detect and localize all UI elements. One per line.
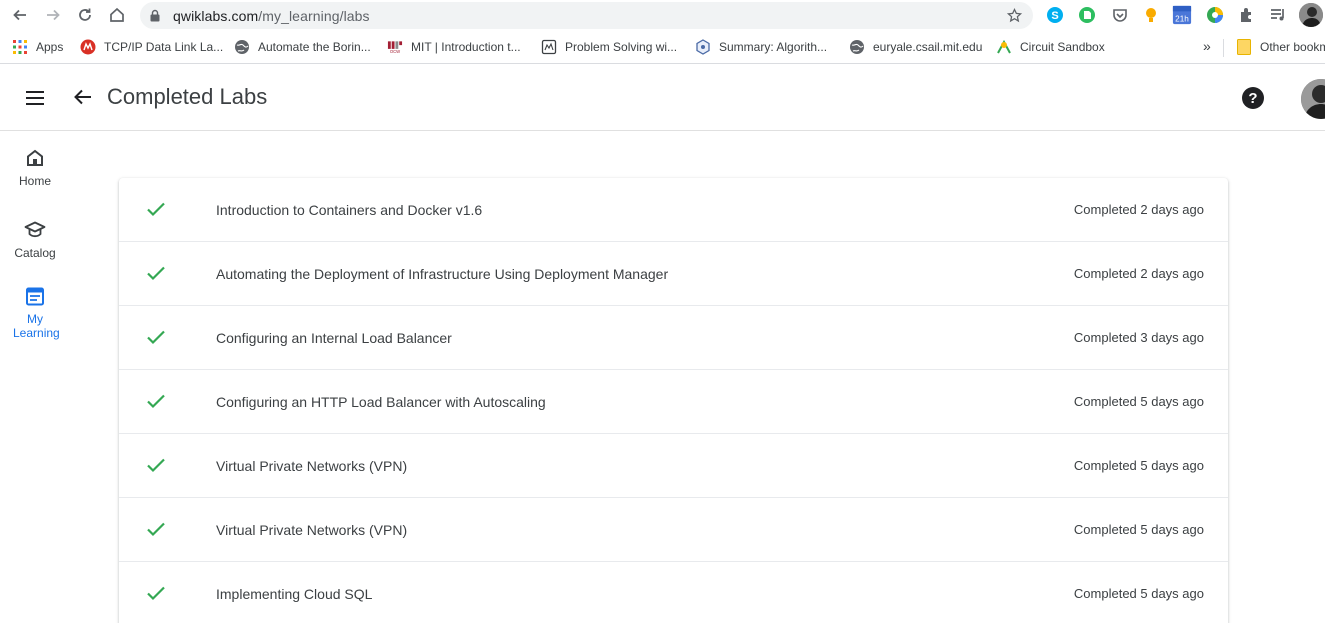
checkmark-icon [146,519,166,539]
pocket-icon[interactable] [1110,5,1130,25]
user-avatar[interactable] [1301,79,1325,119]
mit-ocw-icon: OCW [387,39,403,55]
bookmark-problem-solving[interactable]: Problem Solving wi... [541,38,677,56]
help-icon[interactable]: ? [1242,87,1264,109]
checkmark-icon [146,583,166,603]
browser-forward-icon[interactable] [43,5,63,25]
nav-label: My Learning [13,312,60,340]
circuit-icon [996,39,1012,55]
svg-text:21h: 21h [1175,14,1189,23]
nav-catalog[interactable]: Catalog [0,219,70,260]
lab-status: Completed 3 days ago [1073,330,1204,345]
hamburger-menu-icon[interactable] [24,87,46,109]
checkmark-icon [146,263,166,283]
lab-title[interactable]: Implementing Cloud SQL [216,586,372,602]
lab-title[interactable]: Automating the Deployment of Infrastruct… [216,266,668,282]
overflow-chevron: » [1203,38,1211,54]
lab-row[interactable]: Virtual Private Networks (VPN) Completed… [119,434,1228,498]
home-browser-icon[interactable] [107,5,127,25]
url-text: qwiklabs.com/my_learning/labs [173,8,370,24]
lab-status: Completed 2 days ago [1073,202,1204,217]
bookmarks-divider [1223,39,1224,57]
other-bookmarks-label: Other bookmarks [1260,40,1325,54]
app-header: Completed Labs ? [0,65,1325,131]
svg-text:?: ? [1248,90,1257,107]
nav-label: Home [18,174,51,188]
bookmark-star-icon[interactable] [1006,7,1023,29]
svg-text:OCW: OCW [390,49,400,54]
lab-status: Completed 2 days ago [1073,266,1204,281]
lab-title[interactable]: Virtual Private Networks (VPN) [216,522,407,538]
lab-row[interactable]: Automating the Deployment of Infrastruct… [119,242,1228,306]
home-icon [24,147,46,169]
browser-toolbar: qwiklabs.com/my_learning/labs S 21h [0,0,1325,31]
folder-icon [1236,39,1252,55]
lightbulb-icon[interactable] [1141,5,1161,25]
checkmark-icon [146,391,166,411]
bookmarks-bar: Apps TCP/IP Data Link La... Automate the… [0,31,1325,64]
bookmark-label: Problem Solving wi... [565,40,678,54]
globe-icon [234,39,250,55]
apps-grid-icon [12,39,28,55]
checkmark-icon [146,327,166,347]
graduation-cap-icon [24,219,46,241]
book-icon [541,39,557,55]
svg-text:S: S [1051,10,1058,22]
lab-status: Completed 5 days ago [1073,394,1204,409]
lab-row[interactable]: Virtual Private Networks (VPN) Completed… [119,498,1228,562]
calendar-learning-icon [24,285,46,307]
globe-icon [849,39,865,55]
bookmark-label: MIT | Introduction t... [411,40,521,54]
calendar-extension-icon[interactable]: 21h [1172,5,1192,25]
back-arrow-icon[interactable] [72,86,94,108]
hexagon-icon [695,39,711,55]
reload-icon[interactable] [75,5,95,25]
checkmark-icon [146,455,166,475]
red-logo-icon [80,39,96,55]
skype-icon[interactable]: S [1045,5,1065,25]
bookmark-label: Apps [36,40,64,54]
bookmark-euryale[interactable]: euryale.csail.mit.edu [849,38,982,56]
extensions-puzzle-icon[interactable] [1237,5,1257,25]
other-bookmarks-folder[interactable]: Other bookmarks [1236,38,1325,56]
side-navigation: Home Catalog My Learning [0,131,70,623]
bookmark-circuit-sandbox[interactable]: Circuit Sandbox [996,38,1105,56]
nav-home[interactable]: Home [0,147,70,188]
lab-title[interactable]: Introduction to Containers and Docker v1… [216,202,482,218]
bookmark-summary[interactable]: Summary: Algorith... [695,38,827,56]
bookmark-tcpip[interactable]: TCP/IP Data Link La... [80,38,223,56]
lock-icon [150,9,160,27]
address-bar[interactable]: qwiklabs.com/my_learning/labs [140,2,1033,29]
completed-labs-list: Introduction to Containers and Docker v1… [119,178,1228,623]
bookmark-apps[interactable]: Apps [12,38,63,56]
bookmark-label: TCP/IP Data Link La... [104,40,224,54]
bookmarks-overflow-button[interactable]: » [1203,37,1211,55]
lab-row[interactable]: Implementing Cloud SQL Completed 5 days … [119,562,1228,623]
bookmark-label: Summary: Algorith... [719,40,828,54]
lab-title[interactable]: Configuring an Internal Load Balancer [216,330,452,346]
bookmark-label: euryale.csail.mit.edu [873,40,983,54]
nav-my-learning[interactable]: My Learning [0,285,70,340]
lab-row[interactable]: Configuring an Internal Load Balancer Co… [119,306,1228,370]
evernote-icon[interactable] [1077,5,1097,25]
lab-title[interactable]: Configuring an HTTP Load Balancer with A… [216,394,546,410]
page-title: Completed Labs [107,84,268,109]
bookmark-automate[interactable]: Automate the Borin... [234,38,371,56]
profile-avatar-icon[interactable] [1299,3,1323,27]
lab-row[interactable]: Configuring an HTTP Load Balancer with A… [119,370,1228,434]
colorful-circle-icon[interactable] [1205,5,1225,25]
browser-back-icon[interactable] [10,5,30,25]
bookmark-label: Automate the Borin... [258,40,371,54]
media-queue-icon[interactable] [1268,5,1288,25]
lab-row[interactable]: Introduction to Containers and Docker v1… [119,178,1228,242]
checkmark-icon [146,199,166,219]
lab-status: Completed 5 days ago [1073,586,1204,601]
bookmark-label: Circuit Sandbox [1020,40,1105,54]
lab-status: Completed 5 days ago [1073,522,1204,537]
nav-label: Catalog [14,246,56,260]
lab-title[interactable]: Virtual Private Networks (VPN) [216,458,407,474]
lab-status: Completed 5 days ago [1073,458,1204,473]
bookmark-mit[interactable]: OCW MIT | Introduction t... [387,38,521,56]
